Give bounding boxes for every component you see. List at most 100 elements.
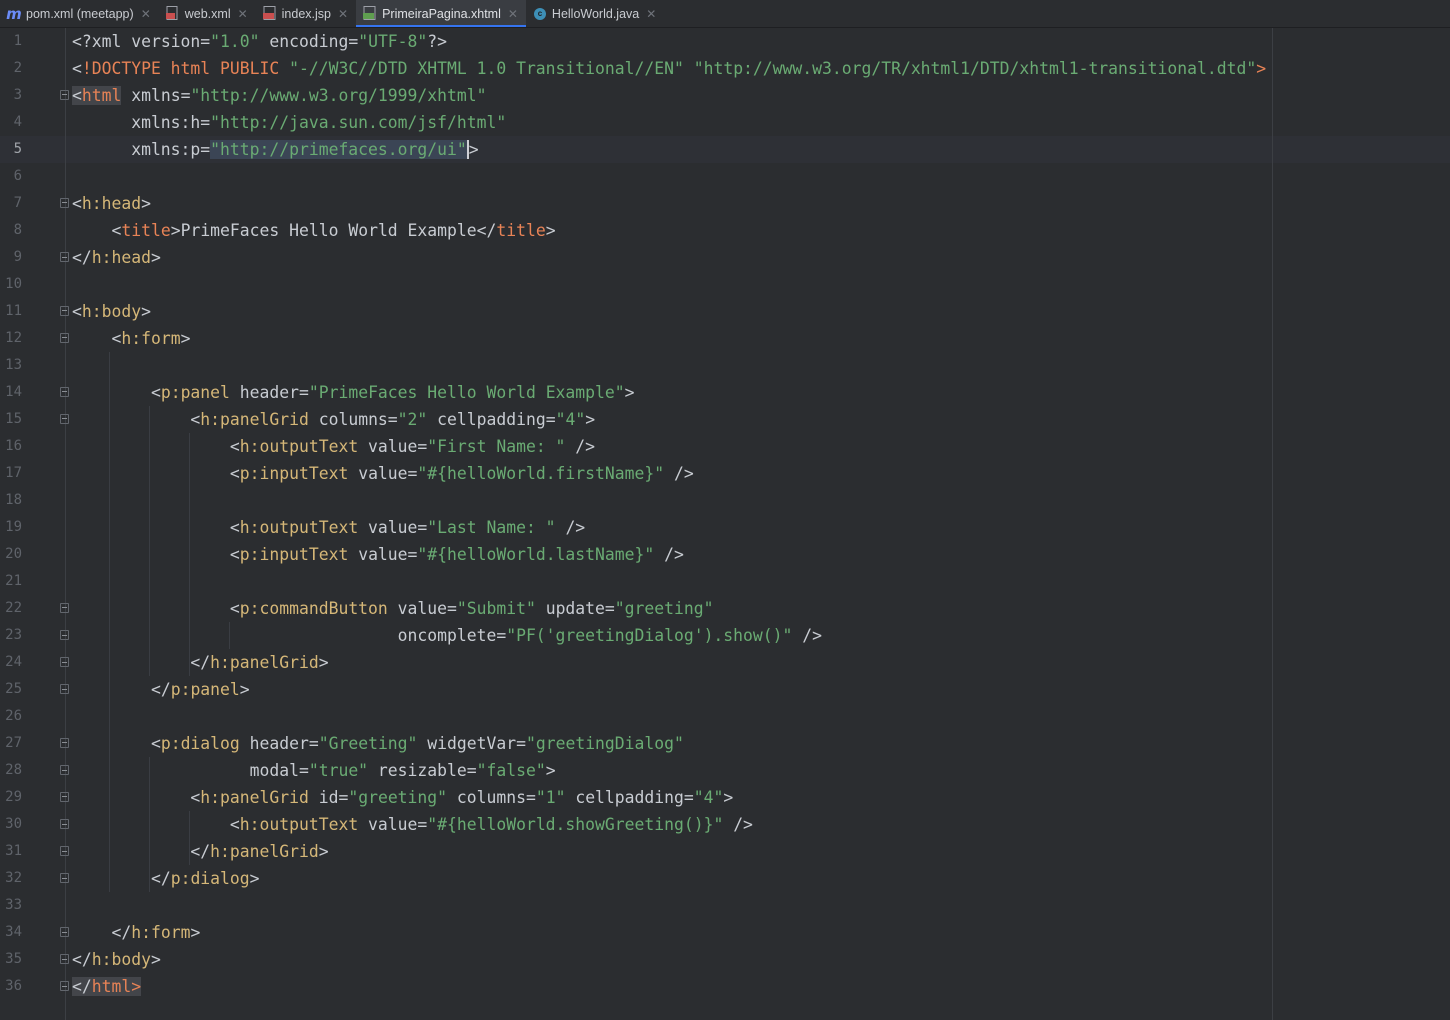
code-line[interactable]: 16 <h:outputText value="First Name: " />: [0, 433, 1450, 460]
fold-marker-icon[interactable]: [60, 846, 69, 856]
line-number: 24: [5, 654, 22, 670]
fold-marker-icon[interactable]: [60, 873, 69, 883]
maven-icon: m: [6, 4, 22, 23]
close-icon[interactable]: ✕: [338, 7, 348, 21]
tab-index-jsp[interactable]: index.jsp ✕: [256, 0, 356, 27]
fold-marker-icon[interactable]: [60, 738, 69, 748]
code-text: </p:panel>: [150, 680, 250, 699]
tab-label: PrimeiraPagina.xhtml: [382, 6, 501, 21]
code-line[interactable]: 20 <p:inputText value="#{helloWorld.last…: [0, 541, 1450, 568]
close-icon[interactable]: ✕: [508, 7, 518, 21]
code-line[interactable]: 5 xmlns:p="http://primefaces.org/ui" >: [0, 136, 1450, 163]
line-number: 33: [5, 897, 22, 913]
line-number: 25: [5, 681, 22, 697]
line-number: 18: [5, 492, 22, 508]
code-line[interactable]: 13: [0, 352, 1450, 379]
code-text: <h:form>: [111, 329, 191, 348]
code-line[interactable]: 2 <!DOCTYPE html PUBLIC "-//W3C//DTD XHTM…: [0, 55, 1450, 82]
tab-helloworld-java[interactable]: c HelloWorld.java ✕: [526, 0, 664, 27]
line-number: 9: [13, 249, 22, 265]
jsf-file-icon: [362, 6, 378, 22]
code-line[interactable]: 23 oncomplete="PF('greetingDialog').show…: [0, 622, 1450, 649]
code-line[interactable]: 33: [0, 892, 1450, 919]
close-icon[interactable]: ✕: [646, 7, 656, 21]
line-number: 27: [5, 735, 22, 751]
fold-marker-icon[interactable]: [60, 927, 69, 937]
code-text: </html>: [72, 977, 142, 996]
fold-marker-icon[interactable]: [60, 306, 69, 316]
fold-marker-icon[interactable]: [60, 630, 69, 640]
code-text: </h:head>: [72, 248, 161, 267]
fold-marker-icon[interactable]: [60, 198, 69, 208]
code-line[interactable]: 35 </h:body>: [0, 946, 1450, 973]
line-number: 20: [5, 546, 22, 562]
code-line[interactable]: 28 modal="true" resizable="false">: [0, 757, 1450, 784]
code-line[interactable]: 12 <h:form>: [0, 325, 1450, 352]
code-text: <h:head>: [72, 194, 151, 213]
line-number: 15: [5, 411, 22, 427]
code-line[interactable]: 11 <h:body>: [0, 298, 1450, 325]
code-line[interactable]: 9 </h:head>: [0, 244, 1450, 271]
code-line[interactable]: 10: [0, 271, 1450, 298]
line-number: 19: [5, 519, 22, 535]
line-number: 22: [5, 600, 22, 616]
tab-primeirapagina-xhtml[interactable]: PrimeiraPagina.xhtml ✕: [356, 0, 526, 27]
line-number: 4: [13, 114, 22, 130]
code-line[interactable]: 34 </h:form>: [0, 919, 1450, 946]
line-number: 8: [13, 222, 22, 238]
fold-marker-icon[interactable]: [60, 414, 69, 424]
line-number: 10: [5, 276, 22, 292]
close-icon[interactable]: ✕: [141, 7, 151, 21]
code-text: <p:inputText value="#{helloWorld.lastNam…: [229, 545, 684, 564]
code-text: <!DOCTYPE html PUBLIC "-//W3C//DTD XHTML…: [72, 59, 1267, 78]
tab-pom-xml[interactable]: m pom.xml (meetapp) ✕: [0, 0, 159, 27]
fold-marker-icon[interactable]: [60, 792, 69, 802]
code-text: <p:inputText value="#{helloWorld.firstNa…: [229, 464, 694, 483]
code-line[interactable]: 36 </html>: [0, 973, 1450, 1000]
fold-marker-icon[interactable]: [60, 657, 69, 667]
line-number: 13: [5, 357, 22, 373]
code-line[interactable]: 4 xmlns:h="http://java.sun.com/jsf/html": [0, 109, 1450, 136]
code-line[interactable]: 21: [0, 568, 1450, 595]
fold-marker-icon[interactable]: [60, 819, 69, 829]
line-number: 17: [5, 465, 22, 481]
code-text: <h:outputText value="First Name: " />: [229, 437, 596, 456]
code-text: </h:panelGrid>: [190, 842, 329, 861]
code-line[interactable]: 31 </h:panelGrid>: [0, 838, 1450, 865]
code-line[interactable]: 22 <p:commandButton value="Submit" updat…: [0, 595, 1450, 622]
line-number: 31: [5, 843, 22, 859]
fold-marker-icon[interactable]: [60, 981, 69, 991]
code-text: <html xmlns="http://www.w3.org/1999/xhtm…: [72, 86, 487, 105]
code-text: <p:panel header="PrimeFaces Hello World …: [150, 383, 635, 402]
code-text: <title>PrimeFaces Hello World Example</t…: [111, 221, 556, 240]
code-line[interactable]: 30 <h:outputText value="#{helloWorld.sho…: [0, 811, 1450, 838]
code-line[interactable]: 32 </p:dialog>: [0, 865, 1450, 892]
code-line[interactable]: 7 <h:head>: [0, 190, 1450, 217]
fold-marker-icon[interactable]: [60, 684, 69, 694]
code-line[interactable]: 15 <h:panelGrid columns="2" cellpadding=…: [0, 406, 1450, 433]
close-icon[interactable]: ✕: [238, 7, 248, 21]
code-line[interactable]: 26: [0, 703, 1450, 730]
code-line[interactable]: 6: [0, 163, 1450, 190]
tab-web-xml[interactable]: web.xml ✕: [159, 0, 256, 27]
code-line[interactable]: 25 </p:panel>: [0, 676, 1450, 703]
code-line[interactable]: 17 <p:inputText value="#{helloWorld.firs…: [0, 460, 1450, 487]
code-line[interactable]: 19 <h:outputText value="Last Name: " />: [0, 514, 1450, 541]
fold-marker-icon[interactable]: [60, 954, 69, 964]
fold-marker-icon[interactable]: [60, 765, 69, 775]
code-line[interactable]: 1 <?xml version="1.0" encoding="UTF-8"?>: [0, 28, 1450, 55]
code-line[interactable]: 27 <p:dialog header="Greeting" widgetVar…: [0, 730, 1450, 757]
fold-marker-icon[interactable]: [60, 333, 69, 343]
code-line[interactable]: 29 <h:panelGrid id="greeting" columns="1…: [0, 784, 1450, 811]
code-line[interactable]: 18: [0, 487, 1450, 514]
code-line[interactable]: 8 <title>PrimeFaces Hello World Example<…: [0, 217, 1450, 244]
code-line[interactable]: 14 <p:panel header="PrimeFaces Hello Wor…: [0, 379, 1450, 406]
fold-marker-icon[interactable]: [60, 603, 69, 613]
code-text: <h:body>: [72, 302, 151, 321]
fold-marker-icon[interactable]: [60, 90, 69, 100]
code-line[interactable]: 3 <html xmlns="http://www.w3.org/1999/xht…: [0, 82, 1450, 109]
fold-marker-icon[interactable]: [60, 252, 69, 262]
fold-marker-icon[interactable]: [60, 387, 69, 397]
code-editor[interactable]: 1 <?xml version="1.0" encoding="UTF-8"?> 2…: [0, 28, 1450, 1020]
code-line[interactable]: 24 </h:panelGrid>: [0, 649, 1450, 676]
